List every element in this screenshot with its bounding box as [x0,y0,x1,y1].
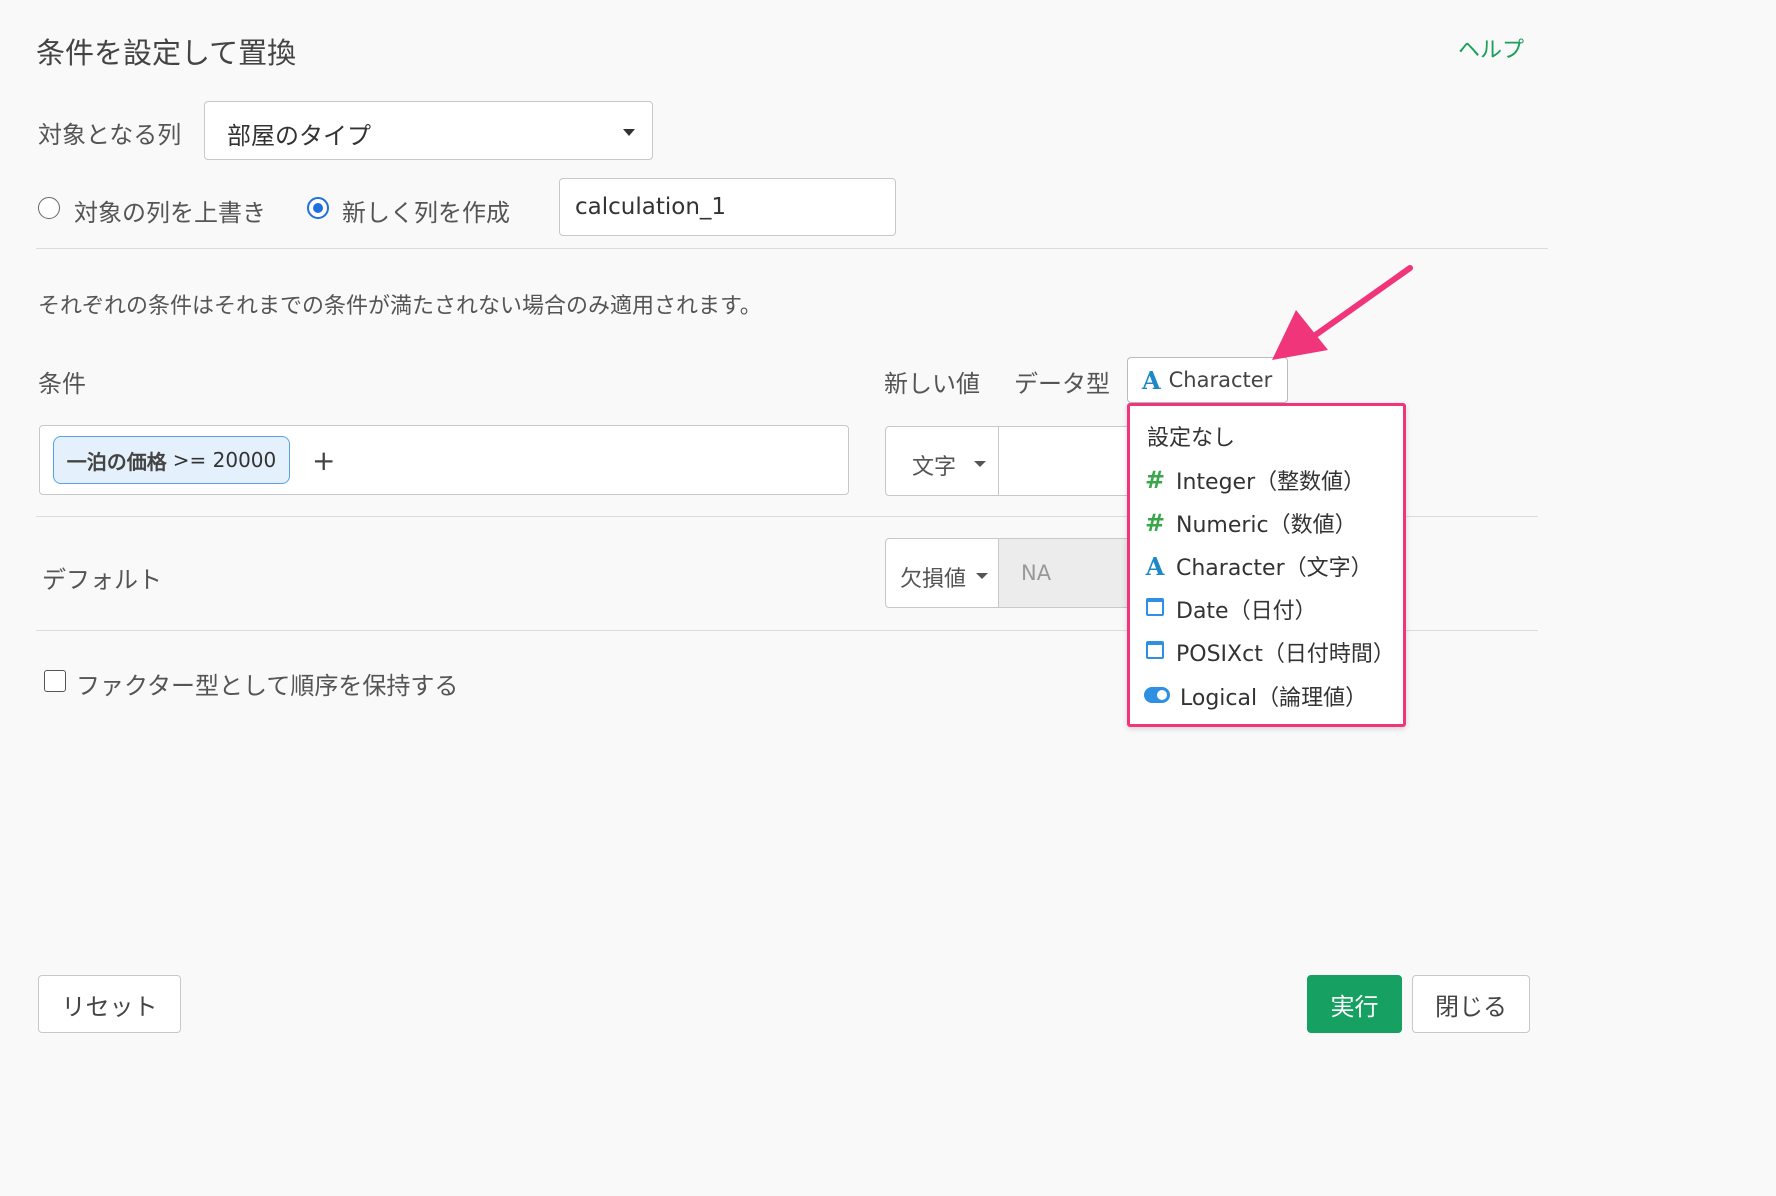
menu-item-logical[interactable]: Logical（論理値） [1144,678,1367,714]
target-column-value: 部屋のタイプ [227,122,371,150]
new-column-name-value: calculation_1 [575,194,727,220]
close-button[interactable]: 閉じる [1412,975,1530,1033]
new-column-radio[interactable] [307,197,329,219]
hash-icon: # [1144,466,1166,494]
character-icon: A [1142,365,1161,395]
new-value-input[interactable] [998,426,1130,496]
value-type-select[interactable]: 文字 [885,426,999,496]
toggle-icon [1144,686,1170,703]
run-button[interactable]: 実行 [1307,975,1402,1033]
default-value-placeholder: NA [1021,561,1052,585]
default-type-label: 欠損値 [900,567,967,592]
new-column-name-input[interactable]: calculation_1 [559,178,896,236]
factor-checkbox-label[interactable]: ファクター型として順序を保持する [76,666,458,701]
hash-icon: # [1144,509,1166,537]
default-value-input[interactable]: NA [998,538,1130,608]
condition-note: それぞれの条件はそれまでの条件が満たされない場合のみ適用されます。 [38,294,762,319]
overwrite-radio-label[interactable]: 対象の列を上書き [74,193,266,228]
default-label: デフォルト [42,566,162,594]
menu-item-none[interactable]: 設定なし [1147,418,1235,454]
divider [36,248,1548,249]
menu-item-numeric[interactable]: # Numeric（数値） [1144,505,1357,541]
new-value-header: 新しい値 [884,370,980,398]
condition-chip-column: 一泊の価格 [66,449,167,474]
default-type-select[interactable]: 欠損値 [885,538,999,608]
character-icon: A [1145,551,1165,581]
chevron-down-icon [623,129,635,136]
target-column-label: 対象となる列 [38,121,182,149]
data-type-button-label: Character [1168,368,1273,392]
overwrite-radio[interactable] [38,197,60,219]
condition-chip[interactable]: 一泊の価格 >= 20000 [53,436,290,484]
add-condition-button[interactable]: + [312,444,335,477]
chevron-down-icon [974,461,986,467]
calendar-icon [1146,640,1164,659]
data-type-dropdown: 設定なし # Integer（整数値） # Numeric（数値） A Char… [1127,403,1406,727]
target-column-select[interactable]: 部屋のタイプ [204,101,653,160]
factor-checkbox[interactable] [44,670,66,692]
new-column-radio-label[interactable]: 新しく列を作成 [342,193,510,228]
reset-button[interactable]: リセット [38,975,181,1033]
condition-chip-expr: >= 20000 [172,448,277,472]
menu-item-posixct[interactable]: POSIXct（日付時間） [1144,634,1395,670]
condition-header: 条件 [38,370,86,398]
annotation-arrow-icon [1272,265,1413,360]
menu-item-character[interactable]: A Character（文字） [1144,548,1373,584]
value-type-label: 文字 [912,455,957,480]
dialog-title: 条件を設定して置換 [36,36,297,70]
calendar-icon [1146,597,1164,616]
menu-item-integer[interactable]: # Integer（整数値） [1144,462,1365,498]
data-type-header: データ型 [1014,370,1110,398]
menu-item-date[interactable]: Date（日付） [1144,591,1317,627]
help-link[interactable]: ヘルプ [1458,32,1524,64]
chevron-down-icon [976,573,988,579]
